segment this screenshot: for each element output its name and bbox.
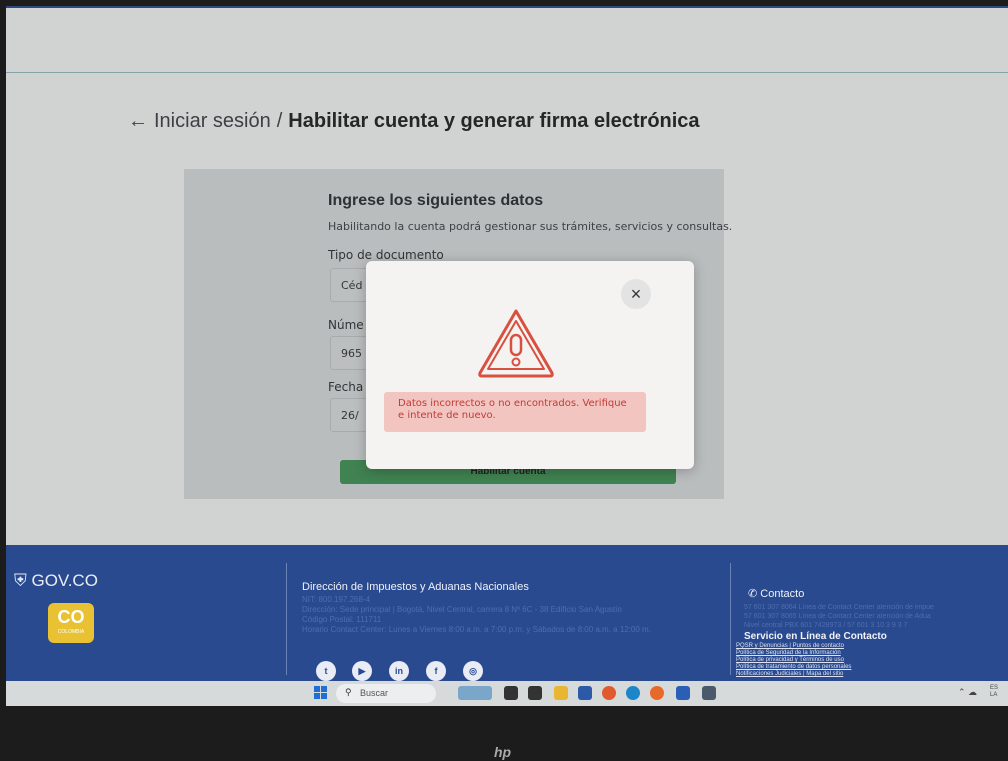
footer-link[interactable]: Política de privacidad y Términos de uso	[736, 657, 1006, 664]
footer-link[interactable]: Notificaciones Judiciales | Mapa del sit…	[736, 671, 1006, 678]
word-icon[interactable]	[676, 686, 690, 700]
contact-title: ✆ Contacto	[748, 587, 804, 600]
warning-triangle-icon	[478, 309, 554, 378]
footer-divider-2	[730, 563, 731, 675]
calculator-icon[interactable]	[702, 686, 716, 700]
terminal-icon[interactable]	[528, 686, 542, 700]
service-links: PQSR y Denuncias | Puntos de contacto Po…	[736, 643, 1006, 678]
phone-icon: ✆	[748, 588, 761, 600]
firefox-icon[interactable]	[650, 686, 664, 700]
footer-link[interactable]: PQSR y Denuncias | Puntos de contacto	[736, 643, 1006, 650]
co-badge-text: CO	[57, 607, 85, 627]
contact-line: Nivel central PBX 601 7428973 / 57 601 3…	[744, 622, 908, 629]
task-view-icon[interactable]	[504, 686, 518, 700]
entity-address: Dirección: Sede principal | Bogotá, Nive…	[302, 605, 622, 614]
facebook-icon[interactable]: f	[426, 661, 446, 681]
shield-icon: ⛨	[14, 571, 32, 590]
entity-hours: Horario Contact Center: Lunes a Viernes …	[302, 625, 651, 634]
service-title: Servicio en Línea de Contacto	[744, 631, 887, 642]
instagram-icon[interactable]: ◎	[463, 661, 483, 681]
hp-logo: hp	[494, 744, 512, 760]
language-indicator[interactable]: ES LA	[990, 685, 998, 699]
error-alert: Datos incorrectos o no encontrados. Veri…	[384, 392, 646, 432]
entity-nit: NIT: 800.197.268-4	[302, 595, 371, 604]
tray-icons[interactable]: ⌃ ☁	[958, 687, 977, 698]
linkedin-icon[interactable]: in	[389, 661, 409, 681]
footer-link[interactable]: Política de Seguridad de la Información	[736, 650, 1006, 657]
contact-info: 57 601 307 8064 Línea de Contact Center …	[744, 603, 1008, 630]
footer-divider	[286, 563, 287, 675]
error-modal: × Datos incorrectos o no encontrados. Ve…	[366, 261, 694, 469]
taskbar-search[interactable]: ⚲ Buscar	[336, 684, 436, 703]
colombia-badge: CO COLOMBIA	[48, 603, 94, 643]
contact-line: 57 601 307 8065 Línea de Contact Center …	[744, 613, 931, 620]
gov-co-text: GOV.CO	[31, 571, 98, 590]
footer-link[interactable]: Política de tratamiento de datos persona…	[736, 664, 1006, 671]
site-footer: ⛨ GOV.CO CO COLOMBIA Dirección de Impues…	[6, 545, 1008, 681]
youtube-icon[interactable]: ▶	[352, 661, 372, 681]
close-icon[interactable]: ×	[621, 279, 651, 309]
search-placeholder: Buscar	[360, 688, 389, 698]
file-explorer-icon[interactable]	[554, 686, 568, 700]
twitter-icon[interactable]: t	[316, 661, 336, 681]
chrome-icon[interactable]	[602, 686, 616, 700]
windows-start-icon[interactable]	[314, 686, 328, 700]
taskbar: ⚲ Buscar ⌃ ☁ ES LA	[6, 681, 1008, 706]
gov-co-logo[interactable]: ⛨ GOV.CO	[14, 571, 98, 591]
entity-info: NIT: 800.197.268-4 Dirección: Sede princ…	[302, 595, 722, 635]
language-code: ES	[990, 685, 999, 691]
store-icon[interactable]	[578, 686, 592, 700]
co-badge-subtext: COLOMBIA	[57, 629, 85, 635]
entity-title: Dirección de Impuestos y Aduanas Naciona…	[302, 581, 529, 593]
edge-icon[interactable]	[626, 686, 640, 700]
contact-title-text: Contacto	[760, 588, 805, 600]
contact-line: 57 601 307 8064 Línea de Contact Center …	[744, 604, 934, 611]
entity-postal: Código Postal: 111711	[302, 615, 382, 624]
widgets-icon[interactable]	[458, 686, 492, 700]
language-region: LA	[990, 692, 998, 698]
search-icon: ⚲	[345, 687, 352, 697]
browser-screen: ← Iniciar sesión / Habilitar cuenta y ge…	[6, 6, 1008, 706]
